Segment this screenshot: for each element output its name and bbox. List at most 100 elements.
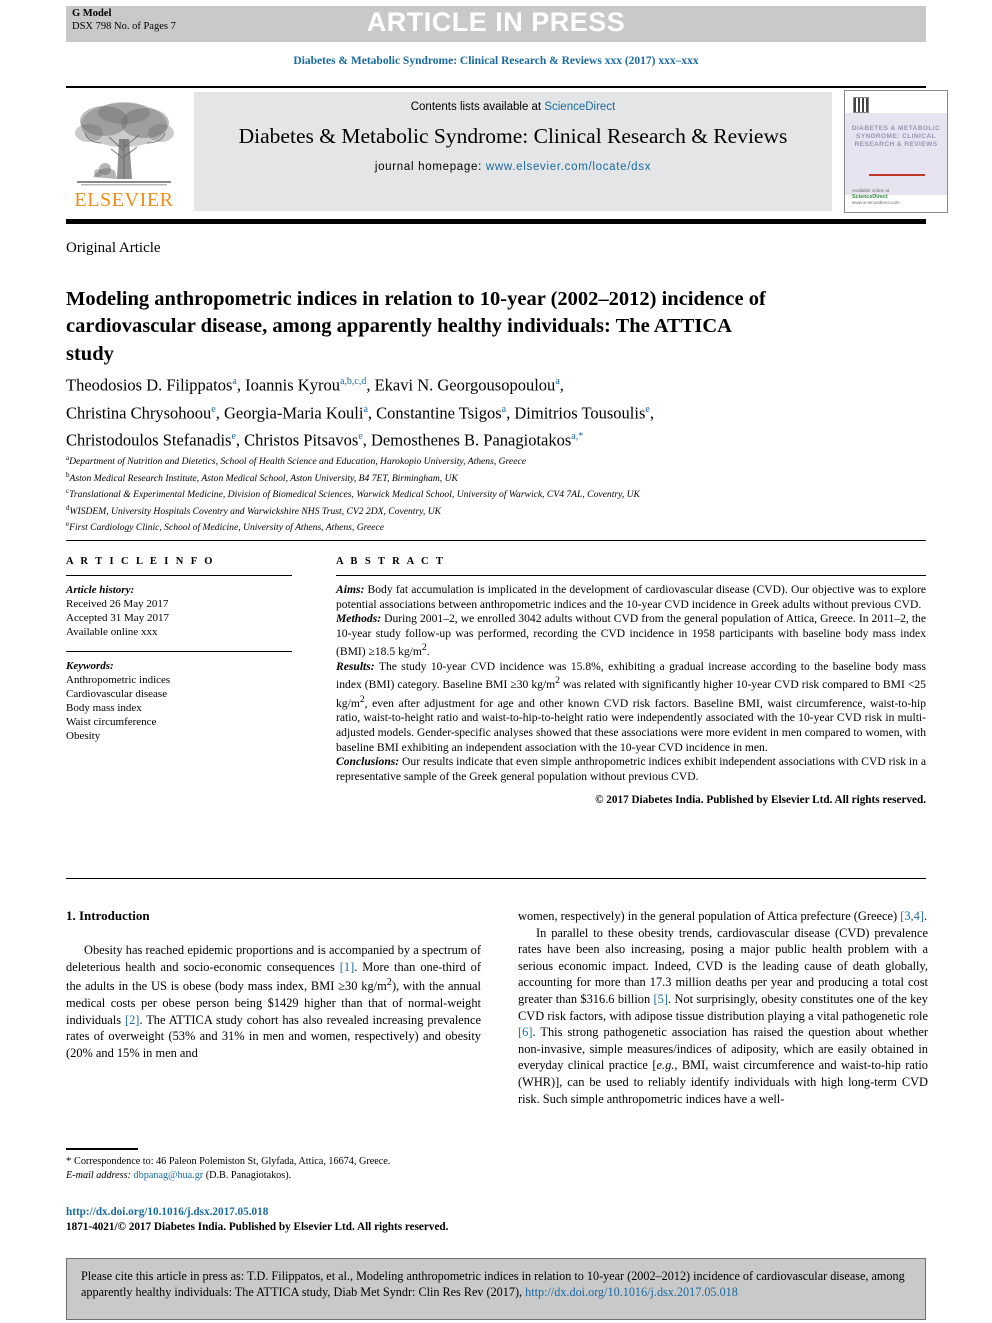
affiliation-item: bAston Medical Research Institute, Aston… xyxy=(66,469,896,486)
journal-homepage-line: journal homepage: www.elsevier.com/locat… xyxy=(194,161,832,173)
abstract-methods-text: During 2001–2, we enrolled 3042 adults w… xyxy=(336,612,926,659)
citation-ref-2[interactable]: [2] xyxy=(125,1013,139,1027)
abstract-aims-label: Aims: xyxy=(336,583,365,596)
affiliation-text: Department of Nutrition and Dietetics, S… xyxy=(69,456,526,468)
citation-ref-3-4[interactable]: [3,4] xyxy=(900,909,924,923)
cover-title-text: DIABETES & METABOLIC SYNDROME: CLINICAL … xyxy=(851,125,941,149)
doi-link[interactable]: http://dx.doi.org/10.1016/j.dsx.2017.05.… xyxy=(66,1205,546,1220)
journal-title: Diabetes & Metabolic Syndrome: Clinical … xyxy=(238,124,788,148)
issn-copyright: 1871-4021/© 2017 Diabetes India. Publish… xyxy=(66,1220,449,1233)
affiliation-text: Translational & Experimental Medicine, D… xyxy=(69,489,640,501)
author-line-3: Christodoulos Stefanadise, Christos Pits… xyxy=(66,430,584,450)
introduction-text-left: Obesity has reached epidemic proportions… xyxy=(66,942,481,1061)
article-in-press-banner: G Model DSX 798 No. of Pages 7 ARTICLE I… xyxy=(66,6,926,42)
elsevier-logo: ELSEVIER xyxy=(66,92,182,211)
article-type-label: Original Article xyxy=(66,240,161,256)
email-link[interactable]: dbpanag@hua.gr xyxy=(134,1170,204,1181)
abstract-conclusions: Conclusions: Our results indicate that e… xyxy=(336,755,926,784)
email-label: E-mail address: xyxy=(66,1169,131,1181)
cover-footer: Available online at ScienceDirect www.sc… xyxy=(852,188,900,206)
citation-ref-6[interactable]: [6] xyxy=(518,1025,532,1039)
para-emphasis: e.g. xyxy=(656,1058,675,1073)
author-list: Theodosios D. Filippatosa, Ioannis Kyrou… xyxy=(66,370,896,453)
abstract-column: A B S T R A C T Aims: Body fat accumulat… xyxy=(336,556,926,806)
abstract-methods: Methods: During 2001–2, we enrolled 3042… xyxy=(336,612,926,660)
para-text: . xyxy=(923,909,928,923)
keywords-divider xyxy=(66,651,292,652)
paragraph: Obesity has reached epidemic proportions… xyxy=(66,942,481,1061)
section-heading-introduction: 1. Introduction xyxy=(66,908,150,923)
email-owner: (D.B. Panagiotakos). xyxy=(205,1169,292,1181)
article-info-heading: A R T I C L E I N F O xyxy=(66,556,215,567)
author-line-2: Christina Chrysohooue, Georgia-Maria Kou… xyxy=(66,403,654,422)
para-text: women, respectively) in the general popu… xyxy=(518,909,901,923)
abstract-aims: Aims: Body fat accumulation is implicate… xyxy=(336,583,926,612)
cover-accent-rule xyxy=(869,174,925,176)
abstract-results-label: Results: xyxy=(336,659,375,673)
sciencedirect-link[interactable]: ScienceDirect xyxy=(544,101,615,113)
introduction-text-right: women, respectively) in the general popu… xyxy=(518,908,928,1107)
body-column-left: 1. Introduction Obesity has reached epid… xyxy=(66,908,481,1061)
abstract-methods-label: Methods: xyxy=(336,612,382,626)
author-line-1: Theodosios D. Filippatosa, Ioannis Kyrou… xyxy=(66,375,564,395)
affiliation-text: First Cardiology Clinic, School of Medic… xyxy=(69,522,385,534)
citation-ref-1[interactable]: [1] xyxy=(340,960,354,974)
homepage-label: journal homepage: xyxy=(374,161,486,173)
affiliation-item: aDepartment of Nutrition and Dietetics, … xyxy=(66,452,896,469)
affiliation-item: dWISDEM, University Hospitals Coventry a… xyxy=(66,502,896,519)
article-in-press-text: ARTICLE IN PRESS xyxy=(366,7,626,37)
masthead-bottom-rule xyxy=(66,219,926,224)
article-info-divider xyxy=(66,575,292,576)
elsevier-wordmark: ELSEVIER xyxy=(74,189,174,211)
keyword-item: Cardiovascular disease xyxy=(66,688,168,700)
affiliation-item: eFirst Cardiology Clinic, School of Medi… xyxy=(66,518,896,535)
abstract-conclusions-text: Our results indicate that even simple an… xyxy=(336,755,926,783)
paragraph: In parallel to these obesity trends, car… xyxy=(518,925,928,1108)
abstract-section-top-rule xyxy=(66,540,926,541)
footnote-marker: * xyxy=(66,1155,72,1167)
cover-qr-icon xyxy=(853,97,869,113)
running-head: Diabetes & Metabolic Syndrome: Clinical … xyxy=(293,55,699,67)
abstract-results-text: The study 10-year CVD incidence was 15.8… xyxy=(336,659,926,754)
keywords-label: Keywords: xyxy=(66,660,114,672)
abstract-heading: A B S T R A C T xyxy=(336,556,446,567)
affiliation-text: WISDEM, University Hospitals Coventry an… xyxy=(69,505,442,517)
journal-masthead: ELSEVIER Contents lists available at Sci… xyxy=(66,90,948,213)
keyword-item: Anthropometric indices xyxy=(66,674,171,686)
article-history-label: Article history: xyxy=(66,584,135,596)
journal-cover-thumbnail: DIABETES & METABOLIC SYNDROME: CLINICAL … xyxy=(844,90,948,213)
citation-ref-5[interactable]: [5] xyxy=(654,992,668,1006)
doi-block: http://dx.doi.org/10.1016/j.dsx.2017.05.… xyxy=(66,1205,546,1234)
article-history-received: Received 26 May 2017 xyxy=(66,598,169,610)
correspondence-text: Correspondence to: 46 Paleon Polemiston … xyxy=(74,1156,391,1167)
abstract-conclusions-label: Conclusions: xyxy=(336,755,400,769)
page-title: Modeling anthropometric indices in relat… xyxy=(66,287,766,365)
cite-text: Please cite this article in press as: T.… xyxy=(81,1268,911,1300)
article-info-column: A R T I C L E I N F O Article history: R… xyxy=(66,556,292,743)
homepage-url-link[interactable]: www.elsevier.com/locate/dsx xyxy=(486,161,651,173)
contents-available-line: Contents lists available at ScienceDirec… xyxy=(194,101,832,113)
abstract-divider xyxy=(336,575,926,576)
affiliation-list: aDepartment of Nutrition and Dietetics, … xyxy=(66,452,896,535)
abstract-aims-text: Body fat accumulation is implicated in t… xyxy=(336,583,926,611)
article-history-online: Available online xxx xyxy=(66,626,158,638)
article-history-accepted: Accepted 31 May 2017 xyxy=(66,612,169,624)
abstract-results: Results: The study 10-year CVD incidence… xyxy=(336,660,926,755)
abstract-body: Aims: Body fat accumulation is implicate… xyxy=(336,583,926,784)
contents-prefix: Contents lists available at xyxy=(410,101,545,113)
affiliation-text: Aston Medical Research Institute, Aston … xyxy=(69,472,458,484)
affiliation-item: cTranslational & Experimental Medicine, … xyxy=(66,485,896,502)
footnote-divider xyxy=(66,1148,138,1150)
paragraph: women, respectively) in the general popu… xyxy=(518,908,928,925)
journal-info-box: Contents lists available at ScienceDirec… xyxy=(194,92,832,211)
correspondence-footnote: * Correspondence to: 46 Paleon Polemisto… xyxy=(66,1155,486,1182)
abstract-copyright: © 2017 Diabetes India. Published by Else… xyxy=(595,794,926,807)
body-column-right: women, respectively) in the general popu… xyxy=(518,908,928,1107)
keyword-item: Obesity xyxy=(66,730,101,742)
elsevier-tree-icon xyxy=(75,102,174,186)
body-section-top-rule xyxy=(66,878,926,879)
cite-sentence: Please cite this article in press as: T.… xyxy=(81,1269,905,1300)
masthead-top-rule xyxy=(66,86,926,88)
cover-foot-url: www.sciencedirect.com xyxy=(852,200,900,205)
cite-doi-link[interactable]: http://dx.doi.org/10.1016/j.dsx.2017.05.… xyxy=(525,1285,738,1299)
